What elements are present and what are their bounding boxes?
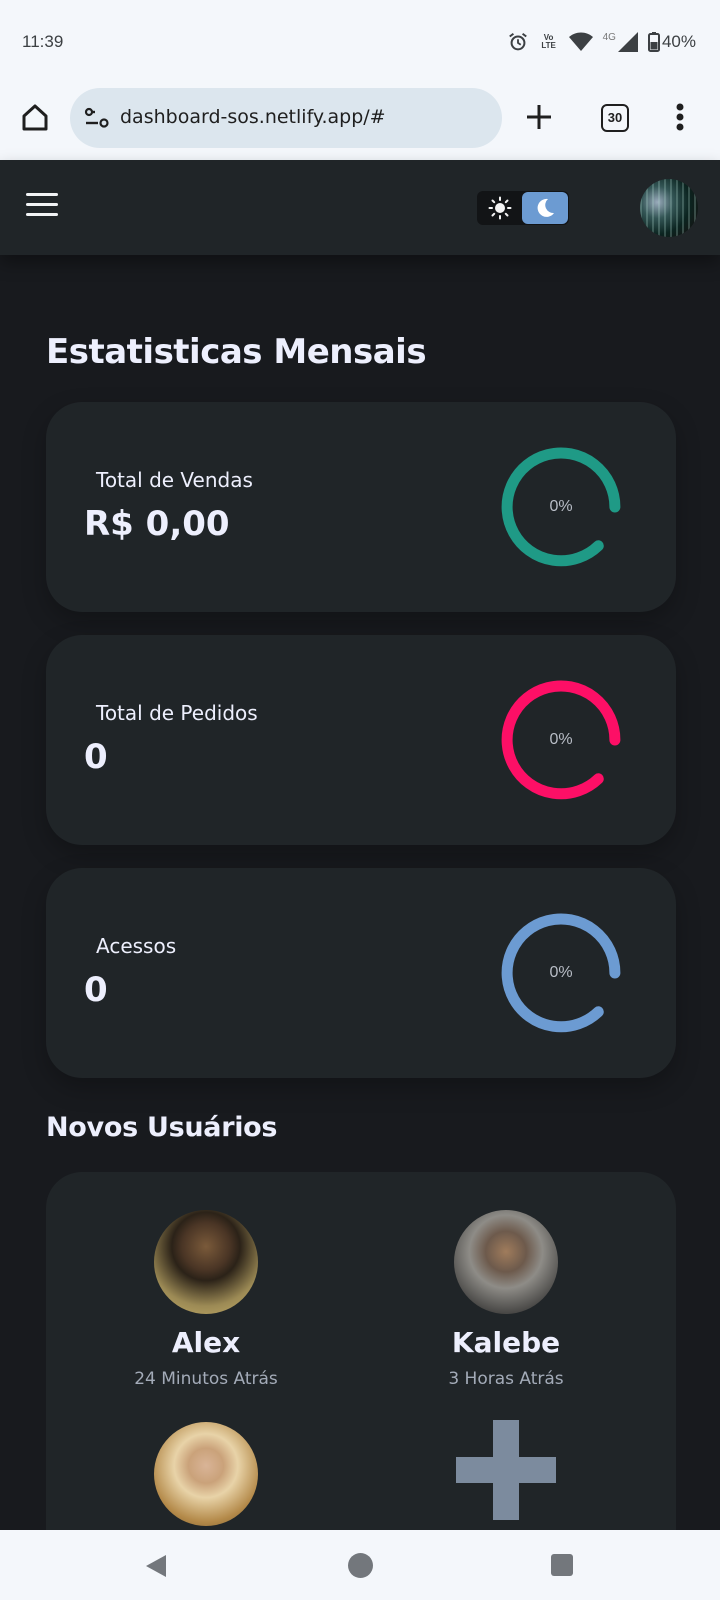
avatar <box>454 1210 558 1314</box>
new-tab-button[interactable] <box>524 102 554 136</box>
sales-value: R$ 0,00 <box>84 504 230 544</box>
user-time: 3 Horas Atrás <box>448 1369 564 1389</box>
browser-home-button[interactable] <box>20 102 52 134</box>
orders-label: Total de Pedidos <box>96 701 258 725</box>
orders-card: Total de Pedidos 0 0% <box>46 635 676 845</box>
light-mode-button[interactable] <box>477 191 523 225</box>
status-time: 11:39 <box>22 32 64 51</box>
browser-menu-button[interactable] <box>675 102 685 136</box>
add-user-button[interactable] <box>456 1420 556 1520</box>
wifi-icon <box>568 32 593 51</box>
home-circle-icon[interactable] <box>348 1553 373 1578</box>
volte-icon: Vo LTE <box>541 33 556 50</box>
access-progress-ring: 0% <box>494 906 628 1040</box>
dark-mode-button[interactable] <box>522 192 568 224</box>
users-title: Novos Usuários <box>46 1112 278 1143</box>
user-item-alex[interactable]: Alex 24 Minutos Atrás <box>96 1210 316 1389</box>
avatar <box>154 1422 258 1526</box>
orders-value: 0 <box>84 737 108 777</box>
user-item-third[interactable] <box>96 1422 316 1526</box>
sales-card: Total de Vendas R$ 0,00 0% <box>46 402 676 612</box>
network-type-label: 4G <box>602 31 616 43</box>
recents-icon[interactable] <box>551 1554 573 1576</box>
home-icon <box>22 104 48 131</box>
new-users-card: Alex 24 Minutos Atrás Kalebe 3 Horas Atr… <box>46 1172 676 1532</box>
avatar <box>154 1210 258 1314</box>
sales-progress-ring: 0% <box>494 440 628 574</box>
plus-icon <box>527 105 551 129</box>
sales-percent: 0% <box>549 498 573 515</box>
sales-label: Total de Vendas <box>96 468 253 492</box>
more-vertical-icon <box>676 103 684 131</box>
site-info-icon[interactable] <box>84 106 110 130</box>
url-bar[interactable]: dashboard-sos.netlify.app/# <box>70 88 502 148</box>
sun-icon <box>488 196 512 220</box>
access-label: Acessos <box>96 934 177 958</box>
browser-toolbar: dashboard-sos.netlify.app/# 30 <box>0 80 720 160</box>
access-card: Acessos 0 0% <box>46 868 676 1078</box>
orders-percent: 0% <box>549 731 573 748</box>
signal-icon <box>617 32 638 52</box>
app-header <box>0 160 720 255</box>
access-percent: 0% <box>549 964 573 981</box>
hamburger-icon[interactable] <box>26 193 58 217</box>
profile-avatar[interactable] <box>640 179 698 237</box>
alarm-icon <box>508 32 527 51</box>
user-name: Alex <box>171 1326 241 1359</box>
battery-percent: 40% <box>661 32 696 51</box>
back-icon[interactable] <box>144 1554 168 1578</box>
status-icons: Vo LTE 4G 40% <box>507 31 696 53</box>
orders-progress-ring: 0% <box>494 673 628 807</box>
access-value: 0 <box>84 970 108 1010</box>
tabs-button[interactable]: 30 <box>601 104 629 132</box>
user-item-kalebe[interactable]: Kalebe 3 Horas Atrás <box>396 1210 616 1389</box>
url-text[interactable]: dashboard-sos.netlify.app/# <box>120 106 386 128</box>
battery-icon <box>647 32 660 52</box>
stats-title: Estatisticas Mensais <box>46 332 427 372</box>
user-time: 24 Minutos Atrás <box>134 1369 278 1389</box>
user-name: Kalebe <box>451 1326 561 1359</box>
status-bar: 11:39 Vo LTE 4G 40% <box>0 0 720 80</box>
system-nav-bar <box>0 1530 720 1600</box>
theme-toggle[interactable] <box>477 191 569 225</box>
moon-icon <box>537 198 554 217</box>
